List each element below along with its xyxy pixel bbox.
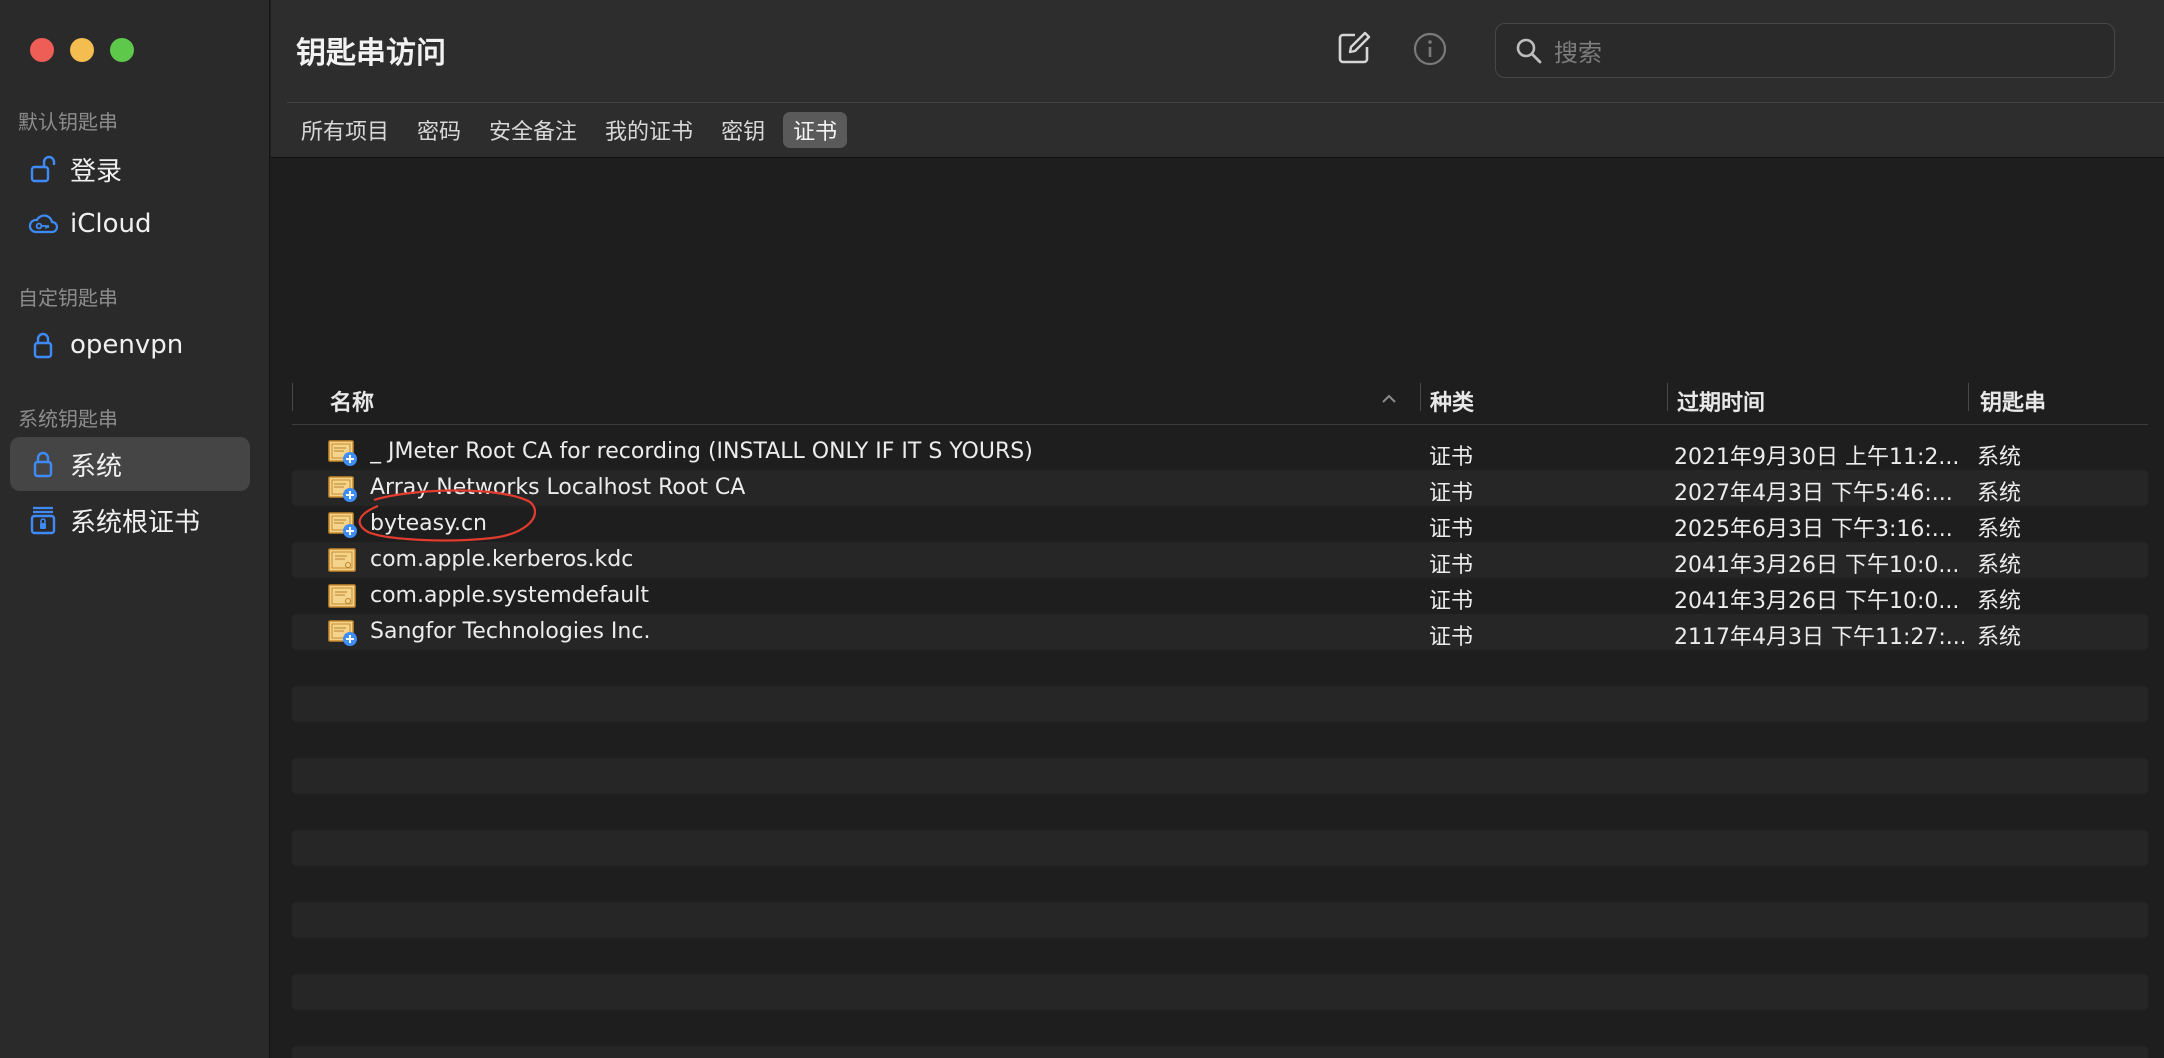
sidebar-item-label: iCloud bbox=[70, 209, 152, 239]
cell-keychain: 系统 bbox=[1977, 481, 2022, 506]
cell-expires: 2041年3月26日 下午10:0... bbox=[1674, 553, 1960, 578]
cell-expires: 2027年4月3日 下午5:46:... bbox=[1674, 481, 1953, 506]
column-separator bbox=[1420, 383, 1421, 411]
empty-row bbox=[292, 830, 2148, 866]
sidebar-item-label: 系统 bbox=[70, 451, 123, 482]
table-row[interactable]: com.apple.kerberos.kdc 证书 2041年3月26日 下午10:… bbox=[292, 542, 2148, 578]
column-header-kind[interactable]: 种类 bbox=[1430, 385, 1474, 417]
empty-row bbox=[292, 794, 2148, 830]
cell-name: com.apple.systemdefault bbox=[370, 583, 649, 608]
cell-keychain: 系统 bbox=[1977, 625, 2022, 650]
cell-name: com.apple.kerberos.kdc bbox=[370, 547, 634, 572]
sidebar-item-system[interactable]: 系统 bbox=[10, 437, 250, 491]
cell-expires: 2117年4月3日 下午11:27:... bbox=[1674, 625, 1964, 650]
table-row[interactable]: _ JMeter Root CA for recording (INSTALL … bbox=[292, 434, 2148, 470]
empty-row bbox=[292, 686, 2148, 722]
column-separator bbox=[1667, 383, 1668, 411]
cell-expires: 2041年3月26日 下午10:0... bbox=[1674, 589, 1960, 614]
column-separator bbox=[292, 383, 293, 411]
cell-kind: 证书 bbox=[1429, 589, 1474, 614]
section-title-custom: 自定钥匙串 bbox=[18, 286, 118, 310]
cell-name: Sangfor Technologies Inc. bbox=[370, 619, 651, 644]
sidebar-item-openvpn[interactable]: openvpn bbox=[10, 318, 250, 372]
category-tabs: 所有项目 密码 安全备注 我的证书 密钥 证书 bbox=[291, 112, 848, 148]
sidebar-item-label: openvpn bbox=[70, 330, 184, 360]
tab-passwords[interactable]: 密码 bbox=[407, 112, 471, 148]
table-row[interactable]: Array Networks Localhost Root CA 证书 2027年4… bbox=[292, 470, 2148, 506]
table-row[interactable]: byteasy.cn 证书 2025年6月3日 下午3:16:... 系统 bbox=[292, 506, 2148, 542]
empty-row bbox=[292, 758, 2148, 794]
cloud-key-icon bbox=[26, 207, 60, 241]
sidebar-item-label: 登录 bbox=[70, 156, 123, 187]
certificate-icon bbox=[328, 582, 360, 612]
lock-icon bbox=[26, 447, 60, 481]
empty-row bbox=[292, 902, 2148, 938]
table-header: 名称 种类 过期时间 钥匙串 bbox=[292, 375, 2148, 425]
tab-secure-notes[interactable]: 安全备注 bbox=[479, 112, 587, 148]
empty-row bbox=[292, 650, 2148, 686]
empty-row bbox=[292, 1046, 2148, 1058]
toolbar-divider bbox=[287, 102, 2164, 103]
compose-icon[interactable] bbox=[1336, 30, 1372, 66]
certificate-table: 名称 种类 过期时间 钥匙串 _ JMeter Root CA for reco… bbox=[292, 375, 2148, 1058]
tab-keys[interactable]: 密钥 bbox=[711, 112, 775, 148]
cell-keychain: 系统 bbox=[1977, 517, 2022, 542]
window-controls bbox=[30, 38, 134, 62]
cell-keychain: 系统 bbox=[1977, 589, 2022, 614]
certificate-plus-icon bbox=[328, 618, 360, 648]
empty-row bbox=[292, 722, 2148, 758]
info-icon[interactable] bbox=[1413, 32, 1447, 66]
section-title-default: 默认钥匙串 bbox=[18, 110, 118, 134]
search-placeholder: 搜索 bbox=[1554, 39, 1602, 67]
table-body: _ JMeter Root CA for recording (INSTALL … bbox=[292, 434, 2148, 1058]
annotation-circle bbox=[358, 489, 536, 542]
table-row[interactable]: Sangfor Technologies Inc. 证书 2117年4月3日 下午1… bbox=[292, 614, 2148, 650]
cell-kind: 证书 bbox=[1429, 553, 1474, 578]
empty-row bbox=[292, 1010, 2148, 1046]
zoom-window-button[interactable] bbox=[110, 38, 134, 62]
cell-keychain: 系统 bbox=[1977, 445, 2022, 470]
certificate-icon bbox=[328, 546, 360, 576]
empty-row bbox=[292, 866, 2148, 902]
minimize-window-button[interactable] bbox=[70, 38, 94, 62]
tab-my-certificates[interactable]: 我的证书 bbox=[595, 112, 703, 148]
column-header-expires[interactable]: 过期时间 bbox=[1677, 385, 1765, 417]
certificate-plus-icon bbox=[328, 438, 360, 468]
cell-name: _ JMeter Root CA for recording (INSTALL … bbox=[370, 439, 1033, 464]
table-row[interactable]: com.apple.systemdefault 证书 2041年3月26日 下午10… bbox=[292, 578, 2148, 614]
lock-icon bbox=[26, 328, 60, 362]
lock-open-icon bbox=[26, 152, 60, 186]
empty-row bbox=[292, 974, 2148, 1010]
toolbar: 钥匙串访问 搜索 所有项目 密码 安全备注 我的证书 密钥 证书 bbox=[271, 0, 2164, 158]
chevron-up-icon[interactable] bbox=[1380, 390, 1398, 408]
cell-expires: 2021年9月30日 上午11:2... bbox=[1674, 445, 1960, 470]
column-header-keychain[interactable]: 钥匙串 bbox=[1980, 385, 2046, 417]
cabinet-lock-icon bbox=[26, 503, 60, 537]
cell-expires: 2025年6月3日 下午3:16:... bbox=[1674, 517, 1953, 542]
sidebar: 默认钥匙串 登录 iCloud 自定钥匙串 openvpn 系统钥匙串 系统 系… bbox=[0, 0, 270, 1058]
cell-keychain: 系统 bbox=[1977, 553, 2022, 578]
cell-kind: 证书 bbox=[1429, 481, 1474, 506]
cell-kind: 证书 bbox=[1429, 625, 1474, 650]
search-field[interactable]: 搜索 bbox=[1495, 23, 2115, 78]
sidebar-item-icloud[interactable]: iCloud bbox=[10, 197, 250, 251]
column-header-name[interactable]: 名称 bbox=[330, 385, 374, 417]
section-title-system: 系统钥匙串 bbox=[18, 407, 118, 431]
search-icon bbox=[1514, 36, 1544, 66]
sidebar-item-label: 系统根证书 bbox=[70, 507, 201, 538]
cell-kind: 证书 bbox=[1429, 445, 1474, 470]
tab-all-items[interactable]: 所有项目 bbox=[291, 112, 399, 148]
column-separator bbox=[1968, 383, 1969, 411]
tab-certificates[interactable]: 证书 bbox=[783, 112, 848, 148]
cell-kind: 证书 bbox=[1429, 517, 1474, 542]
sidebar-item-system-roots[interactable]: 系统根证书 bbox=[10, 493, 250, 547]
window-title: 钥匙串访问 bbox=[296, 36, 446, 71]
empty-row bbox=[292, 938, 2148, 974]
sidebar-item-login[interactable]: 登录 bbox=[10, 142, 250, 196]
close-window-button[interactable] bbox=[30, 38, 54, 62]
